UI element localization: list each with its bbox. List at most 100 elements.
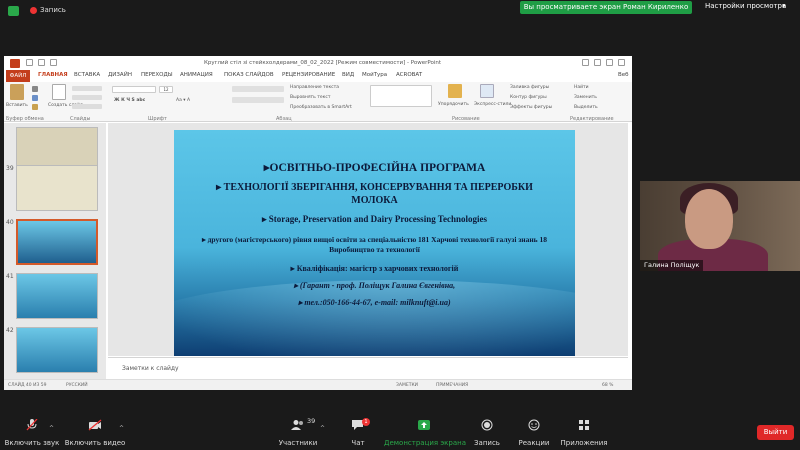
participant-face xyxy=(685,189,733,249)
slide-thumbnail[interactable] xyxy=(16,165,98,211)
tab-view[interactable]: ВИД xyxy=(342,72,354,78)
slide-counter: СЛАЙД 40 ИЗ 59 xyxy=(8,383,47,388)
notes-toggle[interactable]: ЗАМЕТКИ xyxy=(396,383,418,388)
cut-icon[interactable] xyxy=(32,86,38,92)
leave-button[interactable]: Выйти xyxy=(757,425,794,440)
share-screen-button[interactable]: Демонстрация экрана xyxy=(384,413,466,450)
powerpoint-logo-icon xyxy=(10,59,20,68)
start-video-label: Включить видео xyxy=(64,439,126,447)
tab-insert[interactable]: ВСТАВКА xyxy=(74,72,100,78)
layout-icon[interactable] xyxy=(72,86,102,91)
video-options-chevron-icon[interactable]: ^ xyxy=(119,425,124,432)
slide-thumbnail-active[interactable] xyxy=(16,219,98,265)
bold-icon[interactable]: Ж К Ч S abc xyxy=(114,98,145,103)
status-bar: СЛАЙД 40 ИЗ 59 РУССКИЙ ЗАМЕТКИ ПРИМЕЧАНИ… xyxy=(4,379,632,390)
paragraph-group-label: Абзац xyxy=(276,116,292,122)
apps-button[interactable]: Приложения xyxy=(560,413,608,450)
text-direction-button[interactable]: Направление текста xyxy=(290,85,339,90)
pp-title-bar: Круглий стіл зі стейкхолдерами_08_02_202… xyxy=(4,56,632,70)
paste-icon[interactable] xyxy=(10,84,24,100)
shield-icon[interactable] xyxy=(8,6,19,16)
tab-slideshow[interactable]: ПОКАЗ СЛАЙДОВ xyxy=(224,72,274,78)
maximize-icon[interactable] xyxy=(606,59,613,66)
participant-video[interactable]: Галина Поліщук xyxy=(640,181,800,271)
notes-pane[interactable]: Заметки к слайду xyxy=(108,357,628,377)
ribbon: Вставить Буфер обмена Создать слайд Слай… xyxy=(4,82,632,122)
slide-guarantor: ▸ (Гарант - проф. Поліщук Галина Євгенів… xyxy=(293,281,456,290)
minimize-icon[interactable] xyxy=(594,59,601,66)
convert-smartart-button[interactable]: Преобразовать в SmartArt xyxy=(290,105,352,110)
slide-number: 42 xyxy=(6,327,14,334)
microphone-muted-icon xyxy=(26,419,38,431)
quick-styles-button[interactable]: Экспресс-стили xyxy=(474,102,511,107)
camera-off-icon xyxy=(88,419,102,431)
record-icon xyxy=(481,419,493,431)
editing-group-label: Редактирование xyxy=(570,116,614,122)
shape-outline-button[interactable]: Контур фигуры xyxy=(510,95,547,100)
align-icon[interactable] xyxy=(232,97,284,103)
reset-icon[interactable] xyxy=(72,95,102,100)
slide-qualification: ▸ Кваліфікація: магістр з харчових техно… xyxy=(290,264,459,273)
new-slide-icon[interactable] xyxy=(52,84,66,100)
arrange-button[interactable]: Упорядочить xyxy=(438,102,469,107)
tab-home[interactable]: ГЛАВНАЯ xyxy=(38,72,68,78)
select-button[interactable]: Выделить xyxy=(574,105,598,110)
notes-placeholder: Заметки к слайду xyxy=(122,365,179,372)
undo-icon[interactable] xyxy=(38,59,45,66)
arrange-icon[interactable] xyxy=(448,84,462,98)
reactions-button[interactable]: Реакции xyxy=(516,413,552,450)
record-button[interactable]: Запись xyxy=(470,413,504,450)
save-icon[interactable] xyxy=(26,59,33,66)
zoom-level[interactable]: 68 % xyxy=(602,383,613,388)
paste-button[interactable]: Вставить xyxy=(6,103,28,108)
clipboard-group-label: Буфер обмена xyxy=(6,116,44,122)
shape-effects-button[interactable]: Эффекты фигуры xyxy=(510,105,552,110)
find-button[interactable]: Найти xyxy=(574,85,589,90)
view-options-button[interactable]: Настройки просмотра xyxy=(705,2,786,10)
meeting-toolbar: Включить звук ^ Включить видео ^ Участни… xyxy=(0,413,800,450)
help-icon[interactable] xyxy=(582,59,589,66)
audio-options-chevron-icon[interactable]: ^ xyxy=(49,425,54,432)
replace-button[interactable]: Заменить xyxy=(574,95,597,100)
drawing-group-label: Рисование xyxy=(452,116,480,122)
chat-button[interactable]: Чат xyxy=(340,413,376,450)
quick-styles-icon[interactable] xyxy=(480,84,494,98)
redo-icon[interactable] xyxy=(50,59,57,66)
slide-program-title: ▸ ТЕХНОЛОГІЇ ЗБЕРІГАННЯ, КОНСЕРВУВАННЯ Т… xyxy=(216,182,533,206)
align-text-button[interactable]: Выровнять текст xyxy=(290,95,330,100)
slide-thumbnail[interactable] xyxy=(16,327,98,373)
close-icon[interactable] xyxy=(618,59,625,66)
account-name[interactable]: Веб xyxy=(618,72,629,78)
participants-count: 39 xyxy=(307,417,316,425)
comments-toggle[interactable]: ПРИМЕЧАНИЯ xyxy=(436,383,468,388)
tab-file[interactable]: ФАЙЛ xyxy=(6,70,30,82)
format-painter-icon[interactable] xyxy=(32,104,38,110)
font-family-select[interactable] xyxy=(112,86,156,93)
tab-transitions[interactable]: ПЕРЕХОДЫ xyxy=(141,72,173,78)
language-indicator[interactable]: РУССКИЙ xyxy=(66,383,88,388)
tab-animation[interactable]: АНИМАЦИЯ xyxy=(180,72,213,78)
section-icon[interactable] xyxy=(72,104,102,109)
list-icon[interactable] xyxy=(232,86,284,92)
chat-badge: 1 xyxy=(362,418,370,426)
slide-thumbnail[interactable] xyxy=(16,273,98,319)
start-video-button[interactable]: Включить видео xyxy=(64,413,126,450)
font-size-select[interactable]: 12 xyxy=(159,86,173,93)
font-color-icon[interactable]: Aa ▾ A xyxy=(176,98,190,103)
share-screen-icon xyxy=(418,420,430,430)
recording-dot-icon xyxy=(30,7,37,14)
slides-group-label: Слайды xyxy=(70,116,91,122)
tab-design[interactable]: ДИЗАЙН xyxy=(108,72,132,78)
tab-moytura[interactable]: МойТура xyxy=(362,72,387,78)
chevron-down-icon[interactable]: ▾ xyxy=(782,2,786,10)
shape-fill-button[interactable]: Заливка фигуры xyxy=(510,85,549,90)
tab-review[interactable]: РЕЦЕНЗИРОВАНИЕ xyxy=(282,72,335,78)
copy-icon[interactable] xyxy=(32,95,38,101)
shapes-gallery[interactable] xyxy=(370,85,432,107)
unmute-label: Включить звук xyxy=(4,439,60,447)
participants-chevron-icon[interactable]: ^ xyxy=(320,425,325,432)
tab-acrobat[interactable]: ACROBAT xyxy=(396,72,422,78)
slide-edit-area: ▸ОСВІТНЬО-ПРОФЕСІЙНА ПРОГРАМА ▸ ТЕХНОЛОГ… xyxy=(108,123,628,356)
current-slide[interactable]: ▸ОСВІТНЬО-ПРОФЕСІЙНА ПРОГРАМА ▸ ТЕХНОЛОГ… xyxy=(174,130,575,356)
zoom-top-bar: Запись Вы просматриваете экран Роман Кир… xyxy=(0,0,800,22)
